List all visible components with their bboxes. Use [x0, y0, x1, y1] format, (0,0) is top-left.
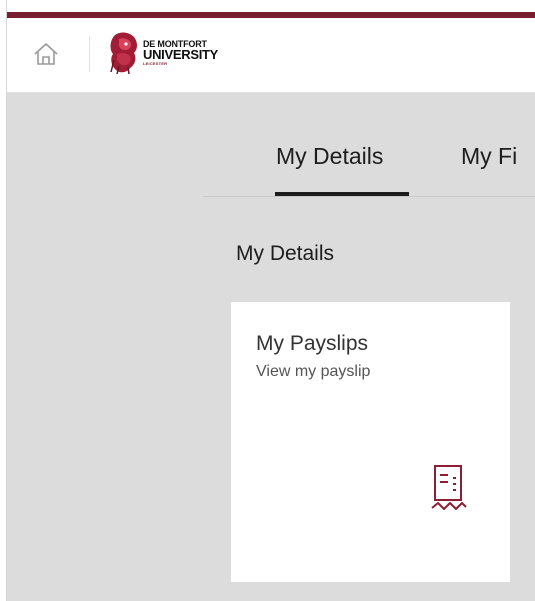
lion-crest-icon: [110, 32, 137, 75]
logo-text: DE MONTFORT UNIVERSITY LEICESTER: [143, 40, 219, 67]
tile-subtitle: View my payslip: [256, 363, 371, 380]
logo-line-3: LEICESTER: [143, 61, 168, 66]
home-button[interactable]: [25, 33, 67, 75]
section-title: My Details: [236, 242, 335, 265]
tab-bar-divider: [203, 196, 535, 197]
shell-header: DE MONTFORT UNIVERSITY LEICESTER: [7, 18, 535, 93]
active-tab-indicator: [275, 192, 409, 196]
logo-line-2: UNIVERSITY: [143, 47, 219, 62]
tab-my-finance[interactable]: My Fi: [461, 143, 517, 170]
tab-my-details[interactable]: My Details: [276, 143, 383, 170]
home-icon: [34, 43, 58, 65]
payslip-icon: [431, 465, 467, 510]
tab-bar: My Details My Fi: [203, 131, 535, 197]
university-logo[interactable]: DE MONTFORT UNIVERSITY LEICESTER: [107, 30, 218, 76]
payslips-tile[interactable]: My Payslips View my payslip: [231, 302, 510, 582]
header-separator: [89, 36, 90, 72]
tile-title: My Payslips: [256, 332, 369, 355]
app-window: DE MONTFORT UNIVERSITY LEICESTER My Deta…: [6, 0, 535, 601]
main-content: My Details My Fi My Details My Payslips …: [7, 93, 535, 601]
